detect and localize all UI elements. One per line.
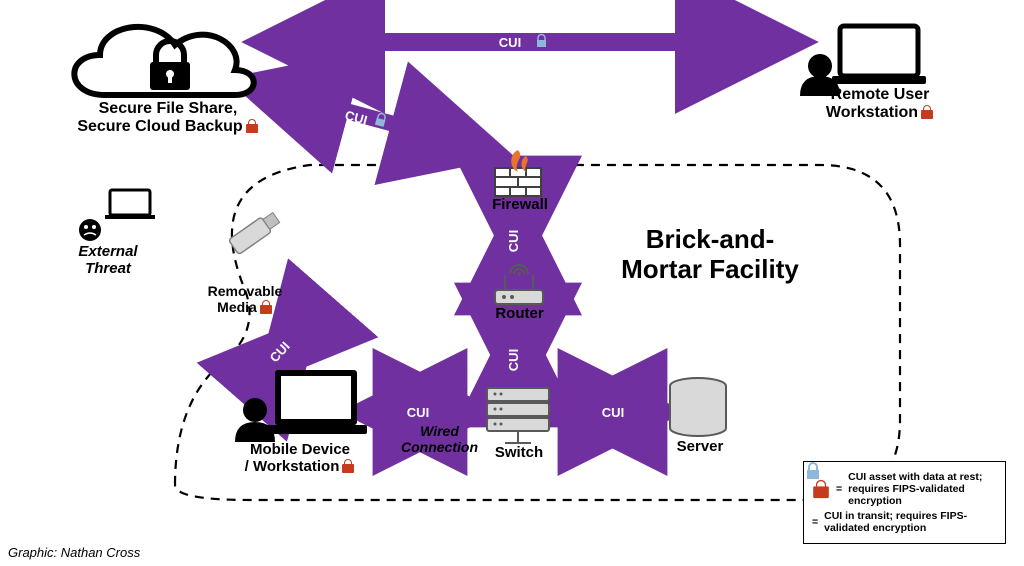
lock-blue-icon xyxy=(804,462,822,480)
svg-text:CUI: CUI xyxy=(602,405,624,420)
lock-icon xyxy=(920,105,934,119)
arrow-router-switch: CUI xyxy=(506,325,521,385)
lock-icon xyxy=(245,119,259,133)
lock-icon xyxy=(341,459,355,473)
cloud-label: Secure File Share,Secure Cloud Backup xyxy=(58,100,278,137)
legend-row-transit: = CUI in transit; requires FIPS-validate… xyxy=(812,510,997,534)
cloud-icon xyxy=(74,27,253,95)
router-icon xyxy=(495,265,543,304)
threat-label: ExternalThreat xyxy=(68,243,148,278)
arrow-switch-mobile: CUI xyxy=(365,405,475,420)
facility-title: Brick-and-Mortar Facility xyxy=(605,225,815,285)
server-icon xyxy=(670,378,726,436)
arrow-switch-server: CUI xyxy=(565,405,660,420)
svg-text:CUI: CUI xyxy=(506,349,521,371)
lock-red-icon xyxy=(812,480,830,498)
switch-label: Switch xyxy=(490,444,548,461)
usb-icon xyxy=(228,210,281,255)
lock-icon xyxy=(259,300,273,314)
graphic-credit: Graphic: Nathan Cross xyxy=(8,545,140,560)
legend-box: = CUI asset with data at rest; requires … xyxy=(803,461,1006,544)
firewall-label: Firewall xyxy=(485,196,555,213)
arrow-firewall-router: CUI xyxy=(506,213,521,258)
arrow-cloud-firewall: CUI xyxy=(250,85,490,150)
svg-text:CUI: CUI xyxy=(499,35,521,50)
svg-text:CUI: CUI xyxy=(407,405,429,420)
arrow-mobile-media: CUI xyxy=(267,330,305,370)
mobile-label: Mobile Device/ Workstation xyxy=(225,441,375,476)
router-label: Router xyxy=(487,305,552,322)
remote-label: Remote UserWorkstation xyxy=(800,86,960,123)
workstation-icon xyxy=(235,370,367,442)
arrow-cloud-remote: CUI xyxy=(270,35,790,50)
legend-row-rest: = CUI asset with data at rest; requires … xyxy=(812,471,997,507)
wired-label: WiredConnection xyxy=(392,423,487,455)
firewall-icon xyxy=(495,150,541,196)
media-label: RemovableMedia xyxy=(195,283,295,315)
switch-icon xyxy=(487,388,549,443)
external-threat-icon xyxy=(79,190,155,241)
svg-text:CUI: CUI xyxy=(506,230,521,252)
server-label: Server xyxy=(665,438,735,455)
